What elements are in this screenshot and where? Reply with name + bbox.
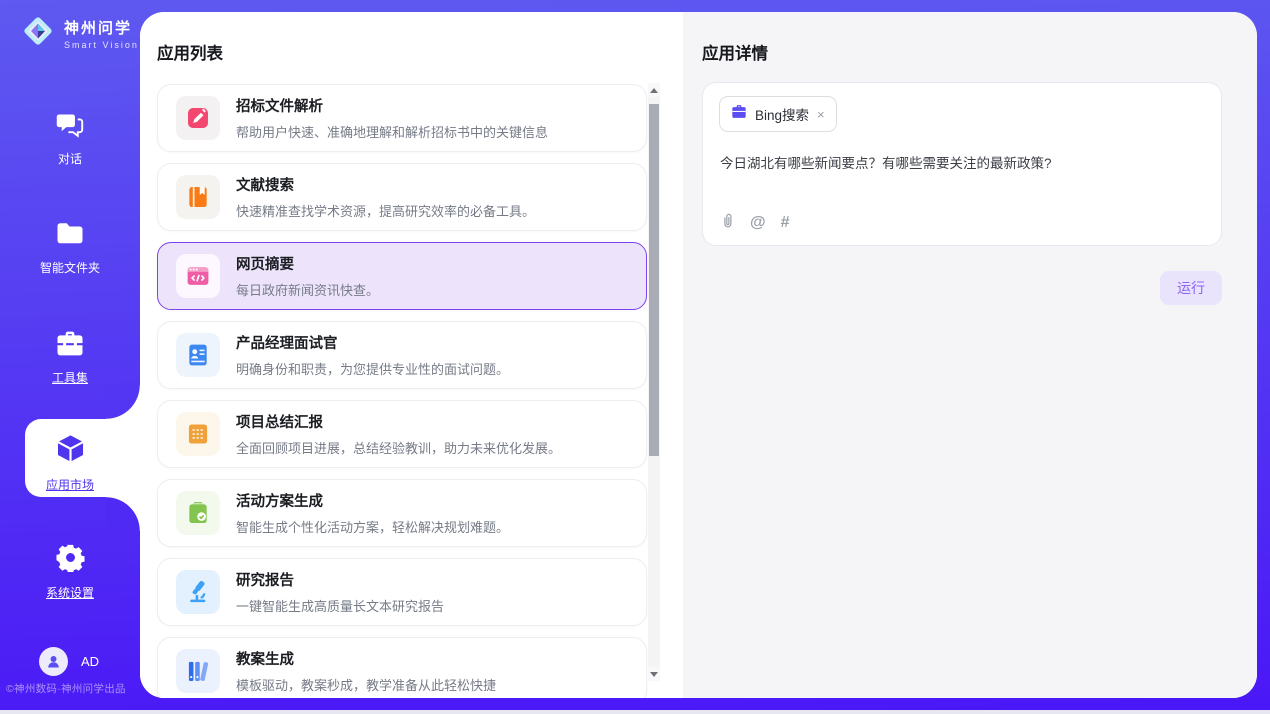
app-card-web-summary[interactable]: 网页摘要 每日政府新闻资讯快查。 (157, 242, 647, 310)
compose-card: Bing搜索 × 今日湖北有哪些新闻要点？有哪些需要关注的最新政策? @ # (702, 82, 1222, 246)
sidebar-item-label: 工具集 (52, 369, 88, 386)
brand-subtitle: Smart Vision (64, 40, 139, 50)
avatar (39, 647, 68, 676)
scrollbar-up-button[interactable] (648, 83, 660, 97)
brand-diamond-icon (20, 13, 56, 54)
attach-toolbar: @ # (720, 212, 790, 234)
app-card-pm-interviewer[interactable]: 产品经理面试官 明确身份和职责，为您提供专业性的面试问题。 (157, 321, 647, 389)
app-card-desc: 一键智能生成高质量长文本研究报告 (236, 596, 444, 615)
scroll-down-icon (650, 672, 658, 677)
app-list-title: 应用列表 (157, 40, 223, 64)
app-icon-tile (176, 570, 220, 614)
chat-icon (55, 110, 85, 143)
paperclip-icon[interactable] (720, 212, 735, 234)
sidebar-item-chat[interactable]: 对话 (0, 110, 140, 167)
app-icon-tile (176, 412, 220, 456)
app-card-desc: 全面回顾项目进展，总结经验教训，助力未来优化发展。 (236, 438, 561, 457)
cube-icon (55, 433, 86, 469)
app-card-desc: 明确身份和职责，为您提供专业性的面试问题。 (236, 359, 509, 378)
user-name: AD (81, 654, 99, 669)
app-card-title: 教案生成 (236, 648, 496, 669)
app-list-scrollbar[interactable] (648, 83, 660, 681)
app-card-title: 研究报告 (236, 569, 444, 590)
app-card-project-summary[interactable]: 项目总结汇报 全面回顾项目进展，总结经验教训，助力未来优化发展。 (157, 400, 647, 468)
sidebar-item-label: 智能文件夹 (40, 259, 100, 276)
app-icon-tile (176, 96, 220, 140)
app-card-literature-search[interactable]: 文献搜索 快速精准查找学术资源，提高研究效率的必备工具。 (157, 163, 647, 231)
app-card-title: 项目总结汇报 (236, 411, 561, 432)
sidebar-item-smart-folder[interactable]: 智能文件夹 (0, 222, 140, 276)
app-card-event-plan[interactable]: 活动方案生成 智能生成个性化活动方案，轻松解决规划难题。 (157, 479, 647, 547)
sidebar-footer: ©神州数码·神州问学出品 (6, 681, 140, 696)
app-card-research-report[interactable]: 研究报告 一键智能生成高质量长文本研究报告 (157, 558, 647, 626)
toolbox-icon (55, 330, 85, 362)
main-content: 应用列表 招标文件解析 帮助用户快速、准确地理解和解析招标书中的关键信息 (140, 12, 1257, 698)
app-card-bid-analysis[interactable]: 招标文件解析 帮助用户快速、准确地理解和解析招标书中的关键信息 (157, 84, 647, 152)
chip-close-icon[interactable]: × (817, 108, 825, 121)
sidebar-item-app-market[interactable]: 应用市场 (0, 433, 140, 493)
sidebar-item-label: 应用市场 (46, 476, 94, 493)
app-card-title: 文献搜索 (236, 174, 535, 195)
bubble-fillet-bottom (106, 497, 140, 531)
scroll-up-icon (650, 88, 658, 93)
app-card-list: 招标文件解析 帮助用户快速、准确地理解和解析招标书中的关键信息 文献搜索 快速精… (157, 84, 647, 698)
folder-icon (55, 222, 85, 252)
sidebar: 神州问学 Smart Vision 对话 智能文件夹 (0, 0, 140, 714)
sidebar-item-label: 系统设置 (46, 584, 94, 601)
app-card-title: 招标文件解析 (236, 95, 548, 116)
resume-person-icon (185, 342, 211, 368)
briefcase-icon (731, 104, 747, 124)
app-card-desc: 智能生成个性化活动方案，轻松解决规划难题。 (236, 517, 509, 536)
tool-chip-label: Bing搜索 (755, 104, 809, 124)
bottom-strip (0, 710, 1270, 714)
sidebar-item-settings[interactable]: 系统设置 (0, 543, 140, 601)
app-card-desc: 帮助用户快速、准确地理解和解析招标书中的关键信息 (236, 122, 548, 141)
app-card-title: 产品经理面试官 (236, 332, 509, 353)
books-icon (185, 658, 211, 684)
app-detail-panel: 应用详情 Bing搜索 × 今日湖北有哪些新闻要点？有哪些需要关注的最新政策? (683, 12, 1257, 698)
app-card-desc: 快速精准查找学术资源，提高研究效率的必备工具。 (236, 201, 535, 220)
app-icon-tile (176, 649, 220, 693)
app-icon-tile (176, 491, 220, 535)
app-card-desc: 每日政府新闻资讯快查。 (236, 280, 379, 299)
hash-icon[interactable]: # (781, 214, 790, 232)
sticky-note-icon (185, 421, 211, 447)
microscope-icon (185, 579, 211, 605)
app-card-title: 活动方案生成 (236, 490, 509, 511)
edit-square-icon (185, 105, 211, 131)
sidebar-item-label: 对话 (58, 150, 82, 167)
app-icon-tile (176, 333, 220, 377)
tool-chip-bing-search[interactable]: Bing搜索 × (719, 96, 837, 132)
app-card-title: 网页摘要 (236, 253, 379, 274)
book-icon (185, 184, 211, 210)
scrollbar-down-button[interactable] (648, 667, 660, 681)
clipboard-check-icon (185, 500, 211, 526)
scrollbar-thumb[interactable] (649, 104, 659, 456)
sidebar-item-toolkit[interactable]: 工具集 (0, 330, 140, 386)
brand-logo: 神州问学 Smart Vision (20, 13, 139, 54)
brand-name: 神州问学 (64, 17, 139, 38)
user-profile[interactable]: AD (39, 647, 99, 676)
app-icon-tile (176, 175, 220, 219)
app-card-lesson-plan[interactable]: 教案生成 模板驱动，教案秒成，教学准备从此轻松快捷 (157, 637, 647, 698)
mention-at-icon[interactable]: @ (750, 214, 766, 232)
app-detail-title: 应用详情 (702, 40, 768, 64)
app-card-desc: 模板驱动，教案秒成，教学准备从此轻松快捷 (236, 675, 496, 694)
bubble-fillet-top (106, 385, 140, 419)
query-text-input[interactable]: 今日湖北有哪些新闻要点？有哪些需要关注的最新政策? (720, 152, 1200, 172)
run-button[interactable]: 运行 (1160, 271, 1222, 305)
browser-icon (185, 263, 211, 289)
app-list-panel: 应用列表 招标文件解析 帮助用户快速、准确地理解和解析招标书中的关键信息 (140, 12, 683, 698)
gear-icon (56, 543, 85, 577)
app-icon-tile (176, 254, 220, 298)
